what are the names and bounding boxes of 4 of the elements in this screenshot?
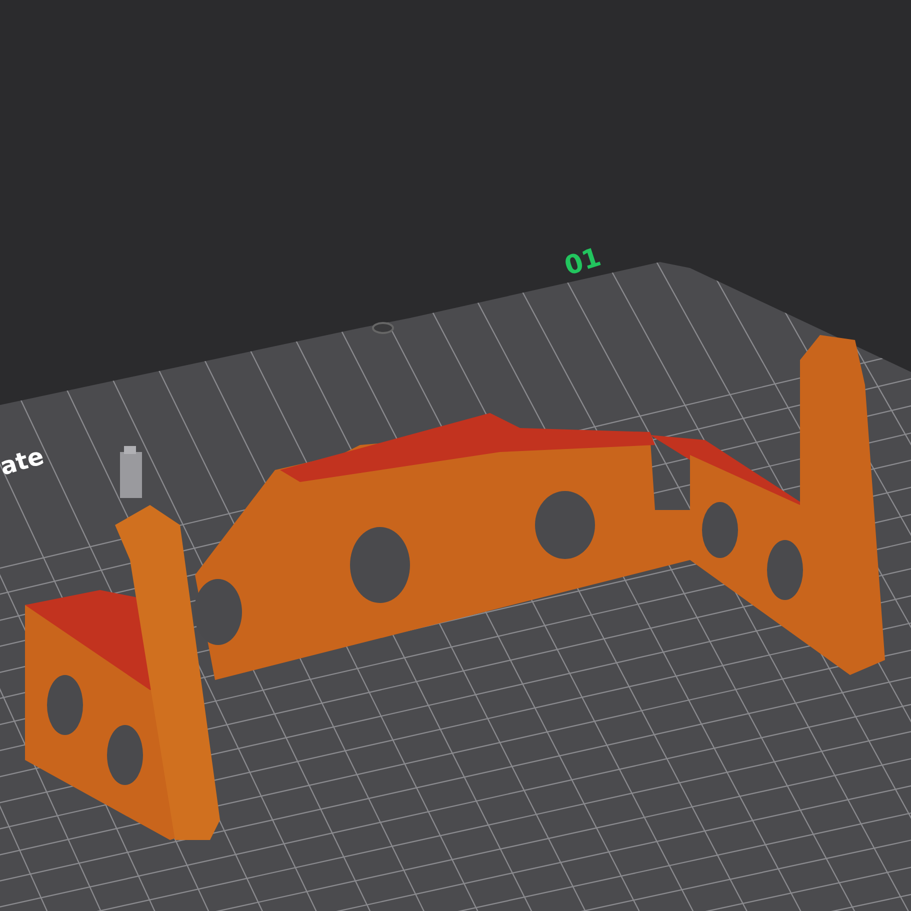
post-drawing [120,446,142,498]
plate-label: ate [0,442,47,481]
plate-number: 01 [560,242,605,282]
plate-logo-icon [372,322,394,334]
